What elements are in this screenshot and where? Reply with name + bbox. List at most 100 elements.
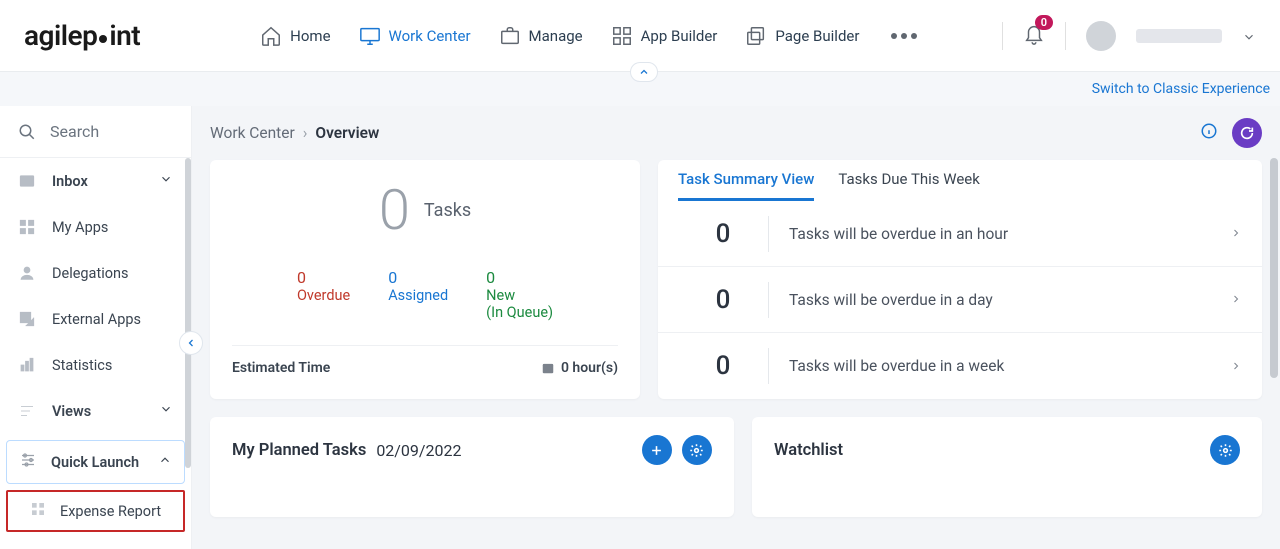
chevron-down-icon <box>1242 30 1256 44</box>
user-name <box>1136 29 1222 43</box>
summary-text: Tasks will be overdue in a day <box>789 291 1230 309</box>
divider <box>1065 22 1066 50</box>
tasks-assigned-count: 0 <box>388 268 448 287</box>
sidebar-scrollbar[interactable] <box>185 158 191 468</box>
nav-work-center-label: Work Center <box>389 27 471 45</box>
summary-count: 0 <box>678 219 768 249</box>
sidebar-item-label: My Apps <box>52 219 108 236</box>
grid-icon <box>611 25 633 47</box>
watchlist-settings-button[interactable] <box>1210 435 1240 465</box>
content-scrollbar[interactable] <box>1270 158 1278 378</box>
divider <box>768 282 769 318</box>
chevron-right-icon <box>1230 224 1242 243</box>
sidebar-item-external-apps[interactable]: External Apps <box>0 296 191 342</box>
refresh-icon <box>1239 125 1255 141</box>
plus-icon <box>649 443 664 458</box>
calendar-icon <box>541 361 555 375</box>
chevron-up-icon <box>638 66 650 78</box>
sidebar-item-inbox[interactable]: Inbox <box>0 158 191 204</box>
refresh-button[interactable] <box>1232 118 1262 148</box>
sidebar-item-label: Quick Launch <box>51 454 139 471</box>
planned-settings-button[interactable] <box>682 435 712 465</box>
sidebar: Search Inbox My Apps Delegations Externa… <box>0 106 192 549</box>
divider <box>768 348 769 384</box>
chevron-right-icon <box>1230 290 1242 309</box>
nav-app-builder-label: App Builder <box>641 27 718 45</box>
gear-icon <box>1218 443 1233 458</box>
briefcase-icon <box>499 25 521 47</box>
sidebar-collapse-button[interactable] <box>179 331 203 355</box>
breadcrumb-sep: › <box>303 124 308 142</box>
search-placeholder: Search <box>50 122 99 141</box>
info-button[interactable] <box>1200 122 1218 144</box>
chevron-down-icon <box>159 402 173 420</box>
inbox-icon <box>18 172 36 190</box>
tasks-overdue[interactable]: 0 Overdue <box>297 268 350 321</box>
planned-tasks-card: My Planned Tasks 02/09/2022 <box>210 417 734 517</box>
tasks-new-sublabel: (In Queue) <box>486 304 553 321</box>
search-icon <box>18 123 36 141</box>
tasks-assigned[interactable]: 0 Assigned <box>388 268 448 321</box>
switch-classic-link[interactable]: Switch to Classic Experience <box>1092 81 1270 97</box>
chevron-up-icon <box>158 453 172 471</box>
sidebar-item-views[interactable]: Views <box>0 388 191 434</box>
topbar-right: 0 <box>1002 21 1256 51</box>
notifications-button[interactable]: 0 <box>1023 23 1045 49</box>
tasks-overdue-label: Overdue <box>297 287 350 304</box>
tasks-card: 0 Tasks 0 Overdue 0 Assigned 0 New <box>210 160 640 399</box>
sidebar-item-my-apps[interactable]: My Apps <box>0 204 191 250</box>
summary-row-hour[interactable]: 0 Tasks will be overdue in an hour <box>658 201 1262 267</box>
divider <box>1002 22 1003 50</box>
summary-row-week[interactable]: 0 Tasks will be overdue in a week <box>658 333 1262 399</box>
quick-launch-section: Quick Launch <box>6 440 185 484</box>
nav-work-center[interactable]: Work Center <box>359 25 471 47</box>
nav-app-builder[interactable]: App Builder <box>611 25 718 47</box>
nav-home[interactable]: Home <box>260 25 330 47</box>
watchlist-card: Watchlist <box>752 417 1262 517</box>
external-icon <box>18 310 36 328</box>
tasks-assigned-label: Assigned <box>388 287 448 304</box>
sidebar-item-delegations[interactable]: Delegations <box>0 250 191 296</box>
nav-more[interactable] <box>891 33 917 39</box>
avatar[interactable] <box>1086 21 1116 51</box>
estimated-time-value: 0 hour(s) <box>561 360 618 376</box>
summary-row-day[interactable]: 0 Tasks will be overdue in a day <box>658 267 1262 333</box>
summary-count: 0 <box>678 285 768 315</box>
task-summary-card: Task Summary View Tasks Due This Week 0 … <box>658 160 1262 399</box>
nav-manage[interactable]: Manage <box>499 25 583 47</box>
breadcrumb-current: Overview <box>315 124 379 142</box>
sidebar-search[interactable]: Search <box>0 106 191 158</box>
apps-icon <box>30 501 46 521</box>
breadcrumb: Work Center › Overview <box>210 106 1262 160</box>
summary-text: Tasks will be overdue in an hour <box>789 225 1230 243</box>
home-icon <box>260 25 282 47</box>
add-planned-task-button[interactable] <box>642 435 672 465</box>
sliders-icon <box>19 451 37 473</box>
nav-manage-label: Manage <box>529 27 583 45</box>
sidebar-item-expense-report[interactable]: Expense Report <box>8 492 183 530</box>
sidebar-item-quick-launch[interactable]: Quick Launch <box>7 441 184 483</box>
tasks-new[interactable]: 0 New (In Queue) <box>486 268 553 321</box>
copy-icon <box>745 25 767 47</box>
topbar-collapse[interactable] <box>630 62 658 82</box>
sidebar-item-label: External Apps <box>52 311 141 328</box>
summary-count: 0 <box>678 351 768 381</box>
sidebar-item-label: Views <box>52 403 91 420</box>
nav-home-label: Home <box>290 27 330 45</box>
sidebar-item-label: Inbox <box>52 173 88 190</box>
tasks-label: Tasks <box>424 200 471 221</box>
nav-page-builder[interactable]: Page Builder <box>745 25 859 47</box>
sidebar-item-statistics[interactable]: Statistics <box>0 342 191 388</box>
sidebar-item-label: Expense Report <box>60 503 161 520</box>
notification-badge: 0 <box>1035 15 1053 30</box>
user-menu-toggle[interactable] <box>1242 29 1256 43</box>
tab-tasks-due-week[interactable]: Tasks Due This Week <box>838 170 980 201</box>
breadcrumb-root[interactable]: Work Center <box>210 124 295 142</box>
chevron-right-icon <box>1230 357 1242 376</box>
gear-icon <box>689 443 704 458</box>
planned-title: My Planned Tasks <box>232 441 366 460</box>
tab-task-summary[interactable]: Task Summary View <box>678 170 814 201</box>
main-nav: Home Work Center Manage App Builder Page… <box>260 25 917 47</box>
expense-report-highlight: Expense Report <box>6 490 185 532</box>
sidebar-item-label: Statistics <box>52 357 112 374</box>
